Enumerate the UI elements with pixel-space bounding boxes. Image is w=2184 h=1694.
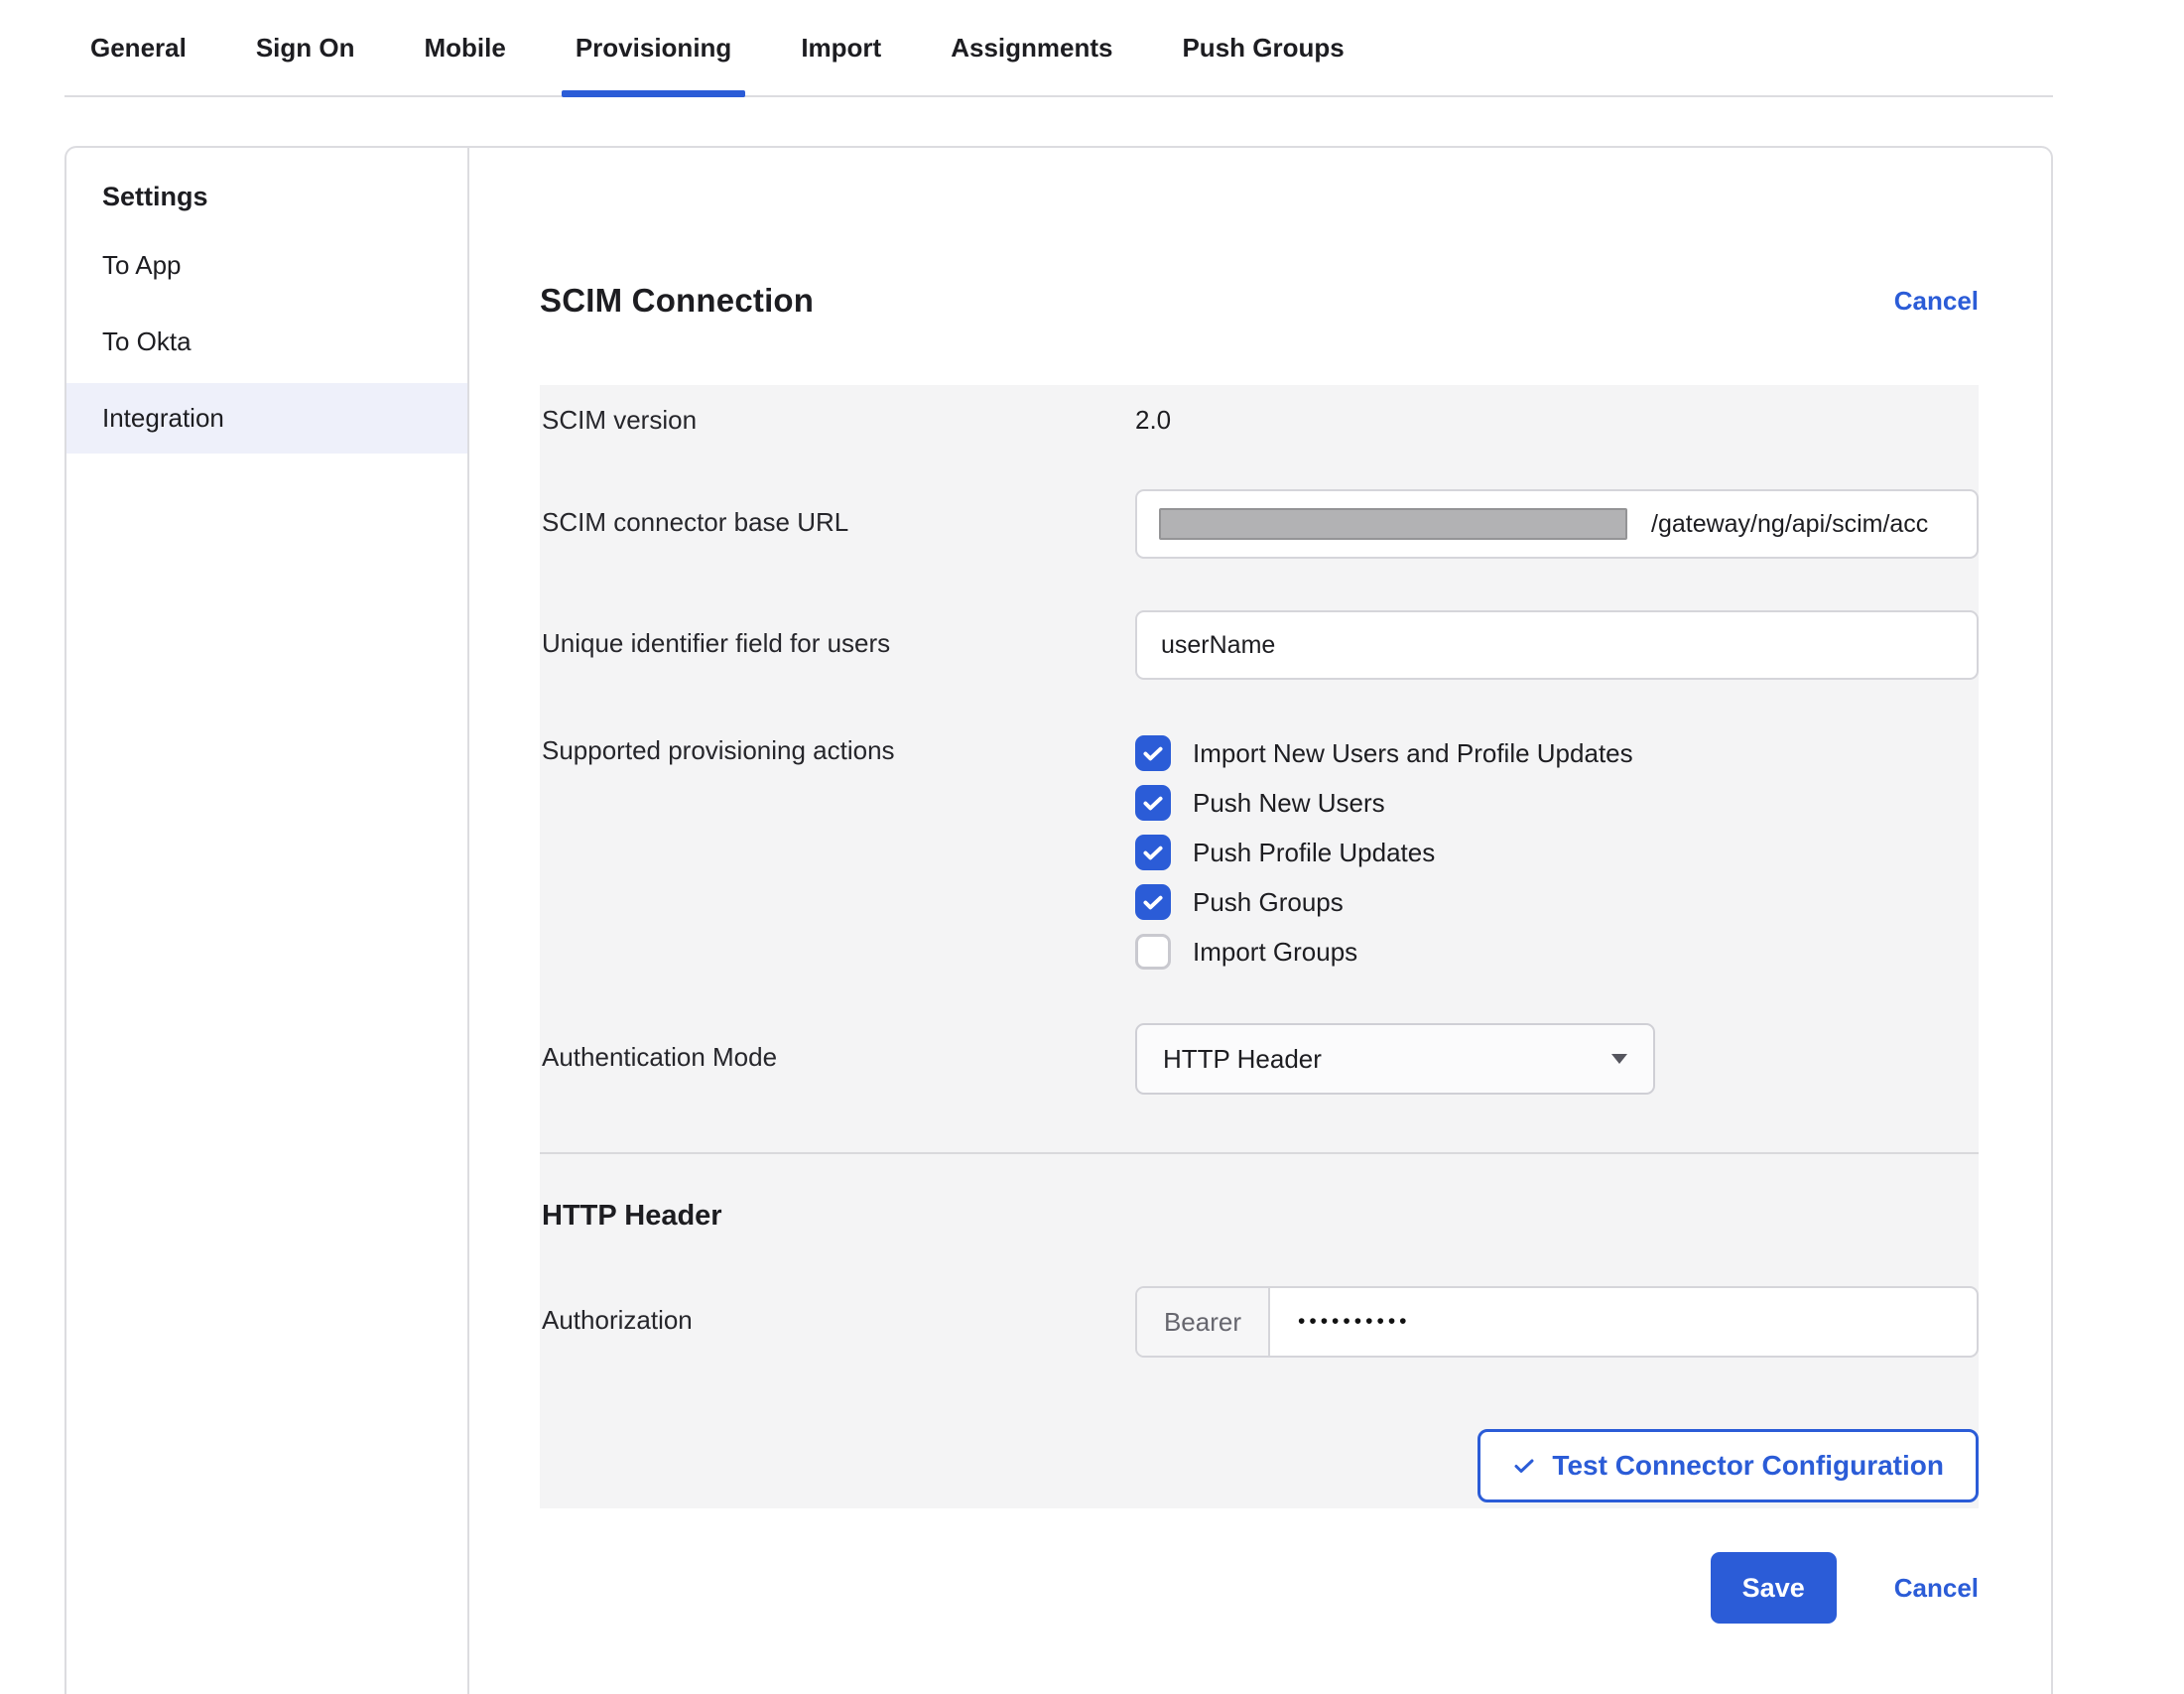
scim-version-value: 2.0 <box>1135 401 1979 436</box>
check-icon <box>1140 790 1166 816</box>
scim-connection-section: SCIM Connection Cancel SCIM version 2.0 … <box>469 148 2051 1694</box>
checkbox-label: Import Groups <box>1193 937 1357 968</box>
cancel-link-top[interactable]: Cancel <box>1894 286 1979 317</box>
app-tab-bar: General Sign On Mobile Provisioning Impo… <box>64 0 2053 97</box>
scim-version-label: SCIM version <box>540 401 1135 436</box>
redaction-bar <box>1159 508 1627 540</box>
sidebar-item-to-app[interactable]: To App <box>66 230 467 301</box>
checkbox-label: Push Groups <box>1193 887 1344 918</box>
provisioning-actions-label: Supported provisioning actions <box>540 731 1135 766</box>
tab-assignments[interactable]: Assignments <box>937 33 1126 95</box>
tab-provisioning[interactable]: Provisioning <box>562 33 745 95</box>
check-icon <box>1140 840 1166 865</box>
authorization-input-group: Bearer •••••••••• <box>1135 1286 1979 1358</box>
authorization-label: Authorization <box>540 1305 1135 1336</box>
check-icon <box>1512 1454 1536 1478</box>
provisioning-actions-list: Import New Users and Profile Updates Pus… <box>1135 735 1979 970</box>
authentication-mode-row: Authentication Mode HTTP Header <box>540 1019 1979 1095</box>
unique-identifier-label: Unique identifier field for users <box>540 628 1135 659</box>
authorization-token-input[interactable]: •••••••••• <box>1270 1288 1411 1356</box>
base-url-visible-text: /gateway/ng/api/scim/acc <box>1651 510 1928 539</box>
tab-general[interactable]: General <box>76 33 200 95</box>
chevron-down-icon <box>1611 1054 1627 1064</box>
test-connector-row: Test Connector Configuration <box>540 1429 1979 1502</box>
provisioning-card: Settings To App To Okta Integration SCIM… <box>64 146 2053 1694</box>
checkbox-row-import-users[interactable]: Import New Users and Profile Updates <box>1135 735 1979 771</box>
unique-identifier-value: userName <box>1161 631 1275 660</box>
bearer-prefix: Bearer <box>1137 1288 1270 1356</box>
tab-mobile[interactable]: Mobile <box>411 33 520 95</box>
checkbox-push-profile-updates[interactable] <box>1135 835 1171 870</box>
checkbox-label: Push New Users <box>1193 788 1385 819</box>
check-icon <box>1140 889 1166 915</box>
tab-push-groups[interactable]: Push Groups <box>1168 33 1357 95</box>
unique-identifier-input[interactable]: userName <box>1135 610 1979 680</box>
scim-version-row: SCIM version 2.0 <box>540 401 1979 436</box>
test-connector-label: Test Connector Configuration <box>1552 1450 1944 1482</box>
checkbox-label: Import New Users and Profile Updates <box>1193 738 1633 769</box>
sidebar-item-integration[interactable]: Integration <box>66 383 467 454</box>
checkbox-row-push-groups[interactable]: Push Groups <box>1135 884 1979 920</box>
authentication-mode-select[interactable]: HTTP Header <box>1135 1023 1655 1095</box>
base-url-row: SCIM connector base URL /gateway/ng/api/… <box>540 485 1979 559</box>
save-button[interactable]: Save <box>1711 1552 1837 1624</box>
base-url-input[interactable]: /gateway/ng/api/scim/acc <box>1135 489 1979 559</box>
authentication-mode-value: HTTP Header <box>1163 1044 1322 1075</box>
checkbox-row-push-profile-updates[interactable]: Push Profile Updates <box>1135 835 1979 870</box>
sidebar-item-to-okta[interactable]: To Okta <box>66 307 467 377</box>
form-footer: Save Cancel <box>540 1552 1979 1624</box>
authentication-mode-label: Authentication Mode <box>540 1042 1135 1073</box>
tab-sign-on[interactable]: Sign On <box>242 33 369 95</box>
provisioning-actions-row: Supported provisioning actions Import Ne… <box>540 731 1979 970</box>
page-title: SCIM Connection <box>540 282 814 320</box>
settings-sidebar: Settings To App To Okta Integration <box>66 148 469 1694</box>
scim-form-panel: SCIM version 2.0 SCIM connector base URL… <box>540 385 1979 1508</box>
cancel-link-bottom[interactable]: Cancel <box>1894 1573 1979 1604</box>
http-header-section-title: HTTP Header <box>540 1200 1979 1233</box>
checkbox-import-users[interactable] <box>1135 735 1171 771</box>
base-url-label: SCIM connector base URL <box>540 507 1135 538</box>
checkbox-row-import-groups[interactable]: Import Groups <box>1135 934 1979 970</box>
check-icon <box>1140 740 1166 766</box>
checkbox-push-groups[interactable] <box>1135 884 1171 920</box>
tab-import[interactable]: Import <box>787 33 895 95</box>
checkbox-label: Push Profile Updates <box>1193 838 1435 868</box>
test-connector-button[interactable]: Test Connector Configuration <box>1477 1429 1979 1502</box>
sidebar-header: Settings <box>66 166 467 224</box>
section-divider <box>540 1152 1979 1154</box>
checkbox-row-push-new-users[interactable]: Push New Users <box>1135 785 1979 821</box>
checkbox-push-new-users[interactable] <box>1135 785 1171 821</box>
section-header: SCIM Connection Cancel <box>540 282 1979 320</box>
authorization-row: Authorization Bearer •••••••••• <box>540 1282 1979 1358</box>
checkbox-import-groups[interactable] <box>1135 934 1171 970</box>
unique-identifier-row: Unique identifier field for users userNa… <box>540 606 1979 680</box>
